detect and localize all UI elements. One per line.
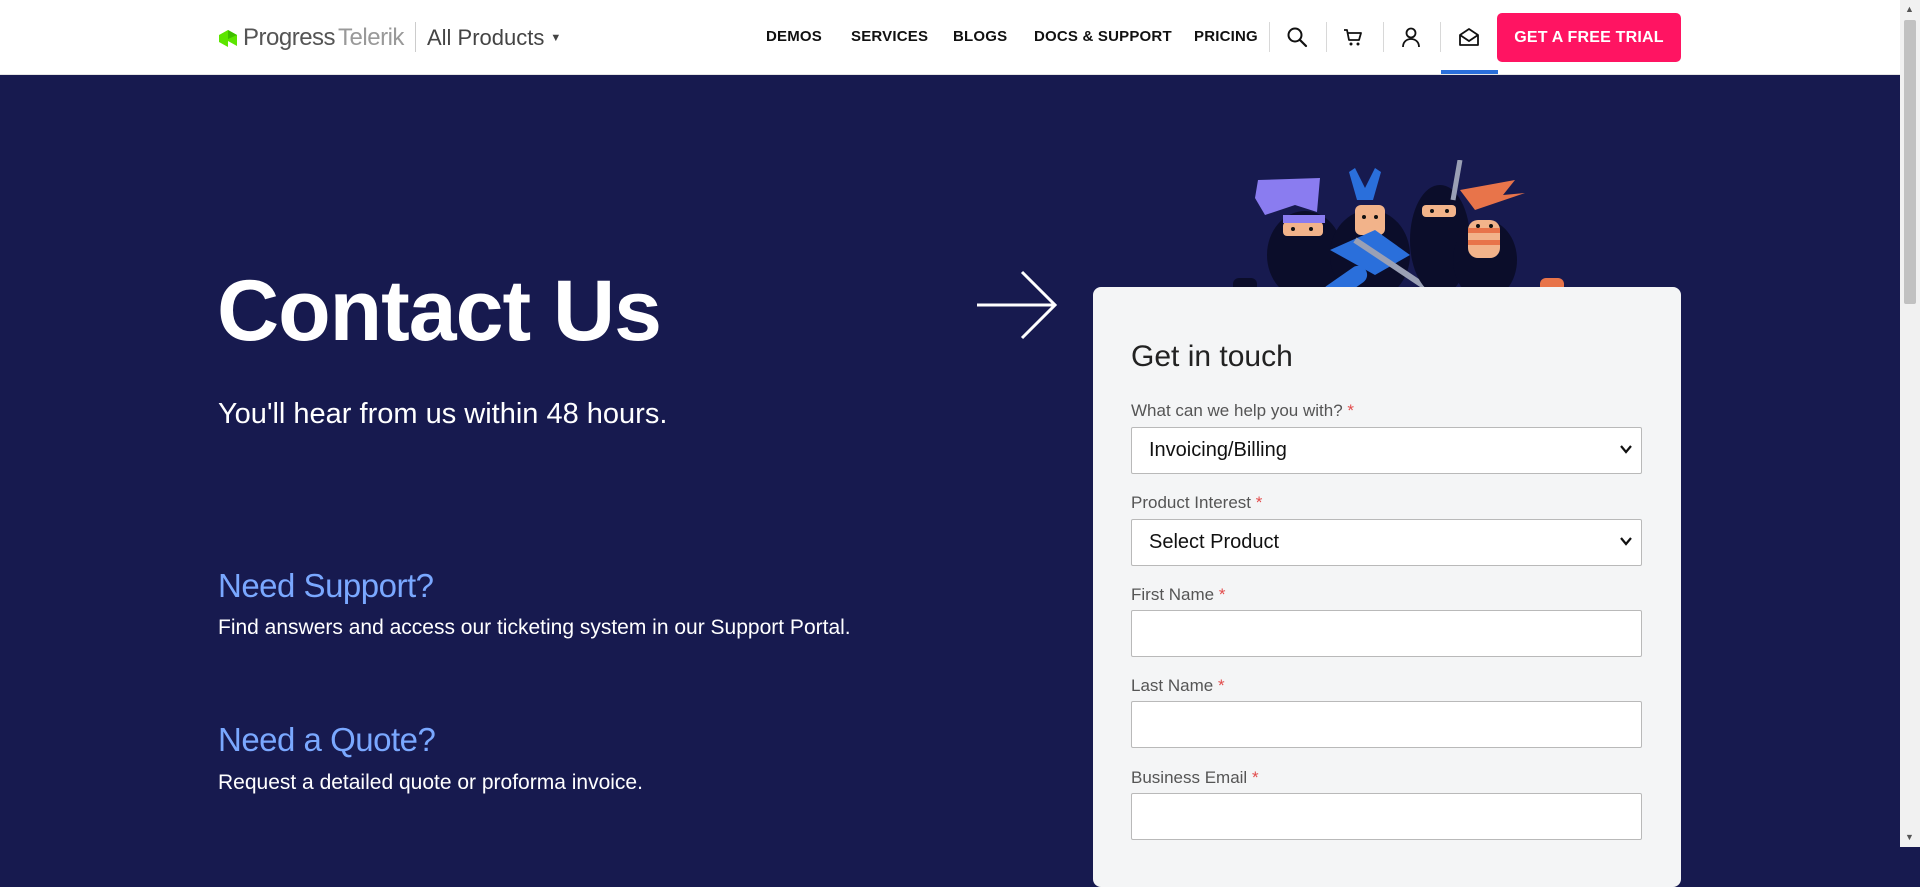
page-title: Contact Us (217, 263, 662, 359)
first-name-label-text: First Name (1131, 585, 1215, 604)
nav-services[interactable]: SERVICES (851, 28, 928, 45)
required-marker: * (1218, 585, 1226, 604)
product-interest-label-text: Product Interest (1131, 493, 1252, 512)
required-marker: * (1255, 493, 1263, 512)
page-subtitle: You'll hear from us within 48 hours. (218, 398, 668, 430)
business-email-field[interactable] (1131, 793, 1642, 840)
help-topic-value: Invoicing/Billing (1149, 439, 1287, 461)
chevron-down-icon (1620, 537, 1632, 546)
support-heading-link[interactable]: Need Support? (218, 567, 434, 605)
nav-divider (1383, 22, 1384, 52)
arrow-right-icon (977, 270, 1058, 340)
nav-docs-support[interactable]: DOCS & SUPPORT (1034, 28, 1172, 45)
product-interest-label: Product Interest * (1131, 493, 1262, 513)
page-scrollbar[interactable]: ▲ ▼ (1900, 0, 1920, 847)
help-topic-label: What can we help you with? * (1131, 401, 1354, 421)
help-topic-label-text: What can we help you with? (1131, 401, 1343, 420)
required-marker: * (1217, 676, 1225, 695)
nav-demos[interactable]: DEMOS (766, 28, 822, 45)
caret-down-icon: ▼ (550, 32, 562, 44)
last-name-label: Last Name * (1131, 676, 1225, 696)
nav-divider (1269, 22, 1270, 52)
form-title: Get in touch (1131, 340, 1293, 373)
business-email-label-text: Business Email (1131, 768, 1248, 787)
all-products-label: All Products (427, 25, 545, 50)
progress-telerik-logo[interactable]: Progress Telerik (217, 23, 404, 53)
first-name-field[interactable] (1131, 610, 1642, 657)
nav-pricing[interactable]: PRICING (1194, 28, 1258, 45)
active-nav-indicator (1441, 70, 1498, 74)
logo-telerik-text: Telerik (338, 24, 404, 51)
first-name-label: First Name * (1131, 585, 1225, 605)
logo-divider (415, 22, 416, 52)
scroll-down-arrow-icon[interactable]: ▼ (1905, 832, 1914, 842)
last-name-field[interactable] (1131, 701, 1642, 748)
chevron-down-icon (1620, 445, 1632, 454)
progress-logo-icon (219, 30, 237, 47)
nav-divider (1440, 22, 1441, 52)
top-navigation: Progress Telerik All Products ▼ DEMOS SE… (0, 0, 1900, 75)
cart-icon[interactable] (1340, 24, 1366, 50)
free-trial-button[interactable]: GET A FREE TRIAL (1497, 13, 1681, 62)
product-interest-select[interactable]: Select Product (1131, 519, 1642, 566)
all-products-dropdown[interactable]: All Products ▼ (427, 25, 561, 51)
ninja-mascots-illustration (1233, 160, 1564, 300)
scrollbar-thumb[interactable] (1904, 20, 1916, 304)
scroll-up-arrow-icon[interactable]: ▲ (1905, 4, 1914, 14)
support-description: Find answers and access our ticketing sy… (218, 616, 851, 639)
required-marker: * (1347, 401, 1355, 420)
mail-icon[interactable] (1456, 24, 1482, 50)
search-icon[interactable] (1284, 24, 1310, 50)
nav-divider (1326, 22, 1327, 52)
business-email-label: Business Email * (1131, 768, 1259, 788)
logo-progress-text: Progress (243, 24, 336, 51)
quote-description: Request a detailed quote or proforma inv… (218, 771, 643, 794)
last-name-label-text: Last Name (1131, 676, 1214, 695)
quote-heading-link[interactable]: Need a Quote? (218, 721, 436, 759)
required-marker: * (1251, 768, 1259, 787)
nav-blogs[interactable]: BLOGS (953, 28, 1007, 45)
help-topic-select[interactable]: Invoicing/Billing (1131, 427, 1642, 474)
contact-form-card: Get in touch What can we help you with? … (1093, 287, 1681, 887)
user-icon[interactable] (1398, 24, 1424, 50)
product-interest-value: Select Product (1149, 531, 1280, 553)
